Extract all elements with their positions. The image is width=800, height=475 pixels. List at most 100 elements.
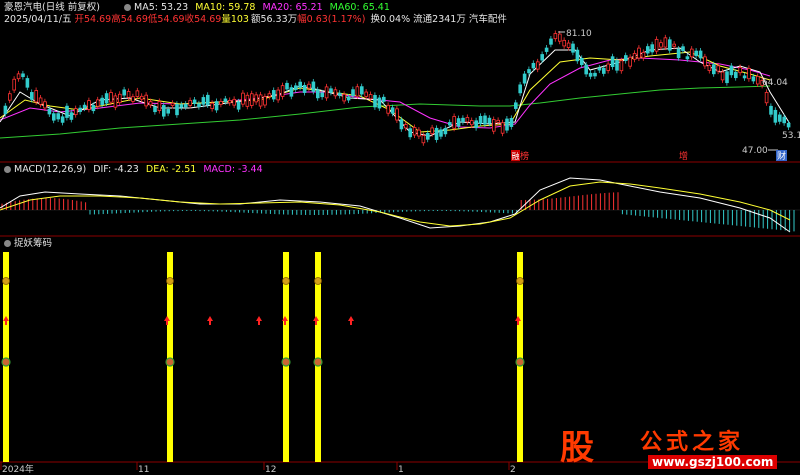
candle-body bbox=[65, 105, 69, 118]
candle-body bbox=[223, 98, 228, 103]
candle-body bbox=[359, 86, 364, 95]
candle-body bbox=[320, 92, 324, 98]
candle-body bbox=[540, 54, 544, 61]
candle-body bbox=[756, 75, 760, 85]
money-bag-icon bbox=[516, 277, 524, 285]
candle-body bbox=[315, 89, 320, 99]
candle-body bbox=[597, 67, 602, 71]
candle-body bbox=[668, 39, 672, 51]
candle-body bbox=[469, 120, 474, 126]
candle-body bbox=[153, 106, 157, 113]
candle-body bbox=[16, 73, 21, 80]
candle-body bbox=[575, 49, 580, 62]
candle-body bbox=[210, 102, 215, 109]
candle-body bbox=[690, 48, 694, 58]
candle-body bbox=[161, 105, 166, 117]
candle-body bbox=[676, 48, 681, 59]
candle-body bbox=[364, 91, 368, 97]
candle-body bbox=[773, 109, 778, 123]
candle-body bbox=[390, 107, 395, 114]
candle-body bbox=[126, 91, 131, 98]
candle-body bbox=[637, 47, 641, 59]
candle-body bbox=[650, 44, 654, 53]
candle-body bbox=[192, 99, 197, 104]
candle-body bbox=[74, 108, 78, 116]
candle-body bbox=[329, 88, 333, 93]
candle-body bbox=[91, 105, 96, 112]
candle-body bbox=[712, 64, 716, 75]
candle-body bbox=[201, 97, 206, 105]
candle-body bbox=[742, 75, 747, 79]
candle-body bbox=[487, 117, 492, 124]
candle-body bbox=[778, 114, 782, 122]
candle-body bbox=[615, 60, 619, 71]
candle-body bbox=[166, 109, 171, 114]
watermark-logo: 股 bbox=[560, 428, 594, 468]
x-axis-label: 1 bbox=[398, 465, 404, 475]
macd-dif-line bbox=[0, 177, 791, 233]
low-price-label: 47.00 bbox=[742, 146, 768, 156]
settings-circle-icon[interactable] bbox=[4, 240, 11, 247]
candle-body bbox=[593, 72, 597, 77]
event-marker-3[interactable]: 增 bbox=[679, 150, 688, 162]
candle-body bbox=[183, 103, 188, 108]
candle-body bbox=[514, 102, 518, 109]
candle-body bbox=[478, 116, 483, 124]
candle-body bbox=[452, 116, 456, 129]
money-bag-icon bbox=[314, 277, 322, 285]
high-price-label: 81.10 bbox=[566, 29, 592, 39]
candle-body bbox=[82, 104, 87, 109]
candle-body bbox=[685, 56, 690, 60]
candle-body bbox=[619, 60, 624, 72]
right-price-label-2: 53.1 bbox=[782, 131, 800, 141]
candle-body bbox=[355, 86, 360, 97]
candle-body bbox=[443, 127, 448, 135]
ma10-line bbox=[0, 51, 771, 133]
red-up-arrow-icon bbox=[348, 316, 354, 325]
candle-body bbox=[12, 78, 17, 91]
candle-body bbox=[170, 102, 175, 106]
candle-body bbox=[764, 92, 769, 104]
candle-body bbox=[267, 93, 272, 97]
candle-body bbox=[113, 95, 118, 108]
candle-body bbox=[7, 93, 12, 101]
candle-body bbox=[47, 108, 52, 115]
candle-body bbox=[78, 107, 83, 112]
candle-body bbox=[725, 71, 729, 84]
event-marker-2[interactable]: 榜 bbox=[520, 150, 529, 162]
candle-body bbox=[236, 101, 241, 110]
candle-body bbox=[707, 65, 712, 71]
candle-body bbox=[716, 65, 720, 72]
candle-body bbox=[302, 84, 307, 93]
candle-body bbox=[672, 43, 676, 47]
candle-body bbox=[694, 50, 698, 57]
candle-body bbox=[289, 87, 294, 97]
candle-body bbox=[646, 46, 650, 54]
candle-body bbox=[254, 94, 259, 103]
candle-body bbox=[566, 42, 571, 48]
macd-title: MACD(12,26,9) bbox=[14, 164, 87, 175]
candle-body bbox=[386, 104, 390, 114]
macd-dea-line bbox=[0, 181, 791, 227]
candle-body bbox=[104, 93, 109, 104]
candle-body bbox=[232, 98, 237, 106]
candle-body bbox=[96, 99, 100, 107]
candle-body bbox=[465, 117, 470, 123]
candle-body bbox=[3, 105, 8, 115]
chart-canvas[interactable]: 81.10 64.04 53.1 47.00 融 榜 增 财 2024年 11 12… bbox=[0, 0, 800, 475]
candle-body bbox=[417, 129, 421, 137]
candle-body bbox=[245, 94, 250, 107]
candle-body bbox=[474, 120, 478, 129]
candle-body bbox=[606, 63, 610, 71]
candle-body bbox=[346, 96, 351, 101]
candle-body bbox=[324, 86, 329, 99]
candle-body bbox=[298, 81, 302, 88]
coin-icon bbox=[281, 357, 291, 367]
x-axis: 2024年 11 12 1 2 bbox=[0, 462, 516, 475]
candle-body bbox=[447, 122, 452, 126]
signal-header: 捉妖筹码 bbox=[4, 238, 52, 250]
candle-body bbox=[34, 90, 38, 103]
candle-body bbox=[52, 113, 56, 121]
settings-circle-icon[interactable] bbox=[4, 166, 11, 173]
candle-body bbox=[135, 90, 140, 97]
